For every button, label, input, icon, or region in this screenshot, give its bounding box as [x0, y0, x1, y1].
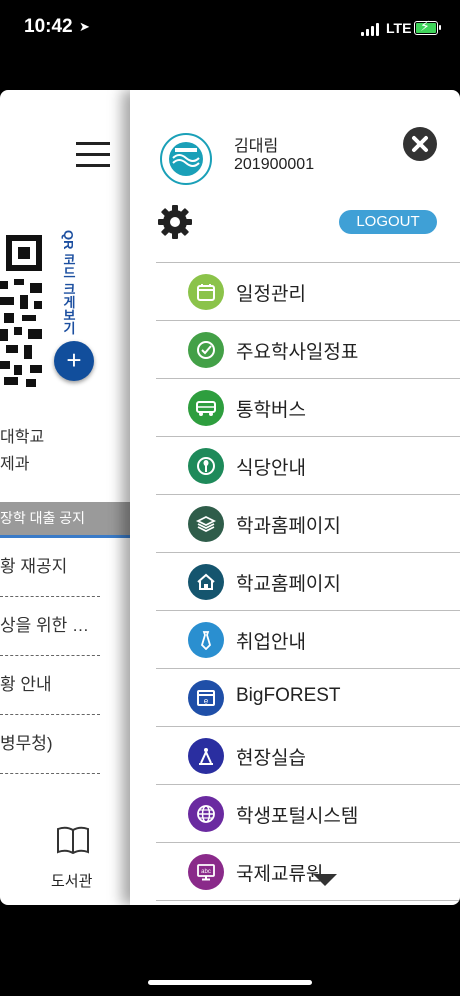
menu-item-cafeteria[interactable]: 식당안내	[156, 437, 460, 495]
add-button[interactable]: +	[54, 341, 94, 381]
close-button[interactable]	[403, 127, 437, 161]
network-type: LTE	[386, 20, 412, 36]
battery-charging-icon: ⚡	[414, 18, 441, 35]
hamburger-menu-icon[interactable]	[76, 142, 110, 168]
menu-item-label: 주요학사일정표	[236, 342, 359, 363]
check-circle-icon	[188, 332, 224, 368]
notice-item[interactable]: 황 재공지	[0, 538, 100, 597]
menu-item-label: 일정관리	[236, 284, 306, 305]
menu-item-label: 통학버스	[236, 400, 306, 421]
menu-item-student-portal[interactable]: 학생포털시스템	[156, 785, 460, 843]
necktie-icon	[188, 622, 224, 658]
menu-item-international-center[interactable]: abc 국제교류원	[156, 843, 460, 901]
menu-item-career[interactable]: 취업안내	[156, 611, 460, 669]
abc-monitor-icon: abc	[188, 854, 224, 890]
svg-text:abc: abc	[201, 869, 211, 875]
scroll-down-arrow-icon[interactable]	[313, 874, 337, 886]
close-icon	[412, 136, 428, 152]
menu-item-label: 학생포털시스템	[236, 806, 359, 827]
location-arrow-icon: ➤	[79, 19, 90, 34]
home-icon	[188, 564, 224, 600]
menu-item-school-homepage[interactable]: 학교홈페이지	[156, 553, 460, 611]
side-drawer: 김대림 201900001 LOGOUT 일정관리 주요학사일정표 통학버스 식…	[130, 90, 460, 905]
menu-item-label: 학과홈페이지	[236, 516, 341, 537]
status-bar: 10:42 ➤ LTE ⚡	[0, 0, 460, 60]
menu-item-label: 학교홈페이지	[236, 574, 341, 595]
cellular-signal-icon	[361, 22, 381, 36]
drawer-menu: 일정관리 주요학사일정표 통학버스 식당안내 학과홈페이지 학교홈페이지 취업안…	[156, 262, 460, 901]
status-time: 10:42	[24, 16, 73, 37]
menu-item-department-homepage[interactable]: 학과홈페이지	[156, 495, 460, 553]
school-info: 대학교 제과	[0, 424, 44, 478]
menu-item-academic-calendar[interactable]: 주요학사일정표	[156, 321, 460, 379]
qr-code-image[interactable]	[0, 235, 42, 387]
notice-item[interactable]: 상을 위한 …	[0, 597, 100, 656]
globe-icon	[188, 796, 224, 832]
menu-item-label: 국제교류원	[236, 864, 324, 885]
browser-window-icon: e	[188, 680, 224, 716]
menu-item-schedule[interactable]: 일정관리	[156, 263, 460, 321]
layers-icon	[188, 506, 224, 542]
calendar-icon	[188, 274, 224, 310]
menu-item-bigforest[interactable]: e BigFOREST	[156, 669, 460, 727]
logout-button[interactable]: LOGOUT	[339, 210, 437, 234]
menu-item-field-training[interactable]: 현장실습	[156, 727, 460, 785]
library-label[interactable]: 도서관	[51, 870, 92, 891]
menu-item-label: 취업안내	[236, 632, 306, 653]
menu-item-label: BigFOREST	[236, 685, 341, 706]
bus-icon	[188, 390, 224, 426]
home-indicator[interactable]	[148, 980, 312, 985]
notice-item[interactable]: 병무청)	[0, 715, 100, 774]
user-id: 201900001	[234, 156, 315, 173]
restaurant-icon	[188, 448, 224, 484]
gear-icon[interactable]	[157, 204, 193, 240]
university-seal-icon	[160, 133, 212, 185]
active-notice-tab[interactable]: 장학 대출 공지	[0, 502, 140, 538]
department-name: 제과	[0, 456, 30, 473]
menu-item-label: 현장실습	[236, 748, 306, 769]
background-main-screen: QR 코드 크게보기 + 대학교 제과 장학 대출 공지 황 재공지 상을 위한…	[0, 90, 140, 905]
book-icon[interactable]	[56, 826, 90, 854]
compass-icon	[188, 738, 224, 774]
menu-item-label: 식당안내	[236, 458, 306, 479]
svg-text:e: e	[204, 697, 209, 706]
menu-item-shuttle-bus[interactable]: 통학버스	[156, 379, 460, 437]
qr-enlarge-link[interactable]: QR 코드 크게보기	[58, 230, 78, 340]
user-name: 김대림	[234, 138, 279, 155]
notice-item[interactable]: 황 안내	[0, 656, 100, 715]
school-name: 대학교	[0, 429, 45, 446]
